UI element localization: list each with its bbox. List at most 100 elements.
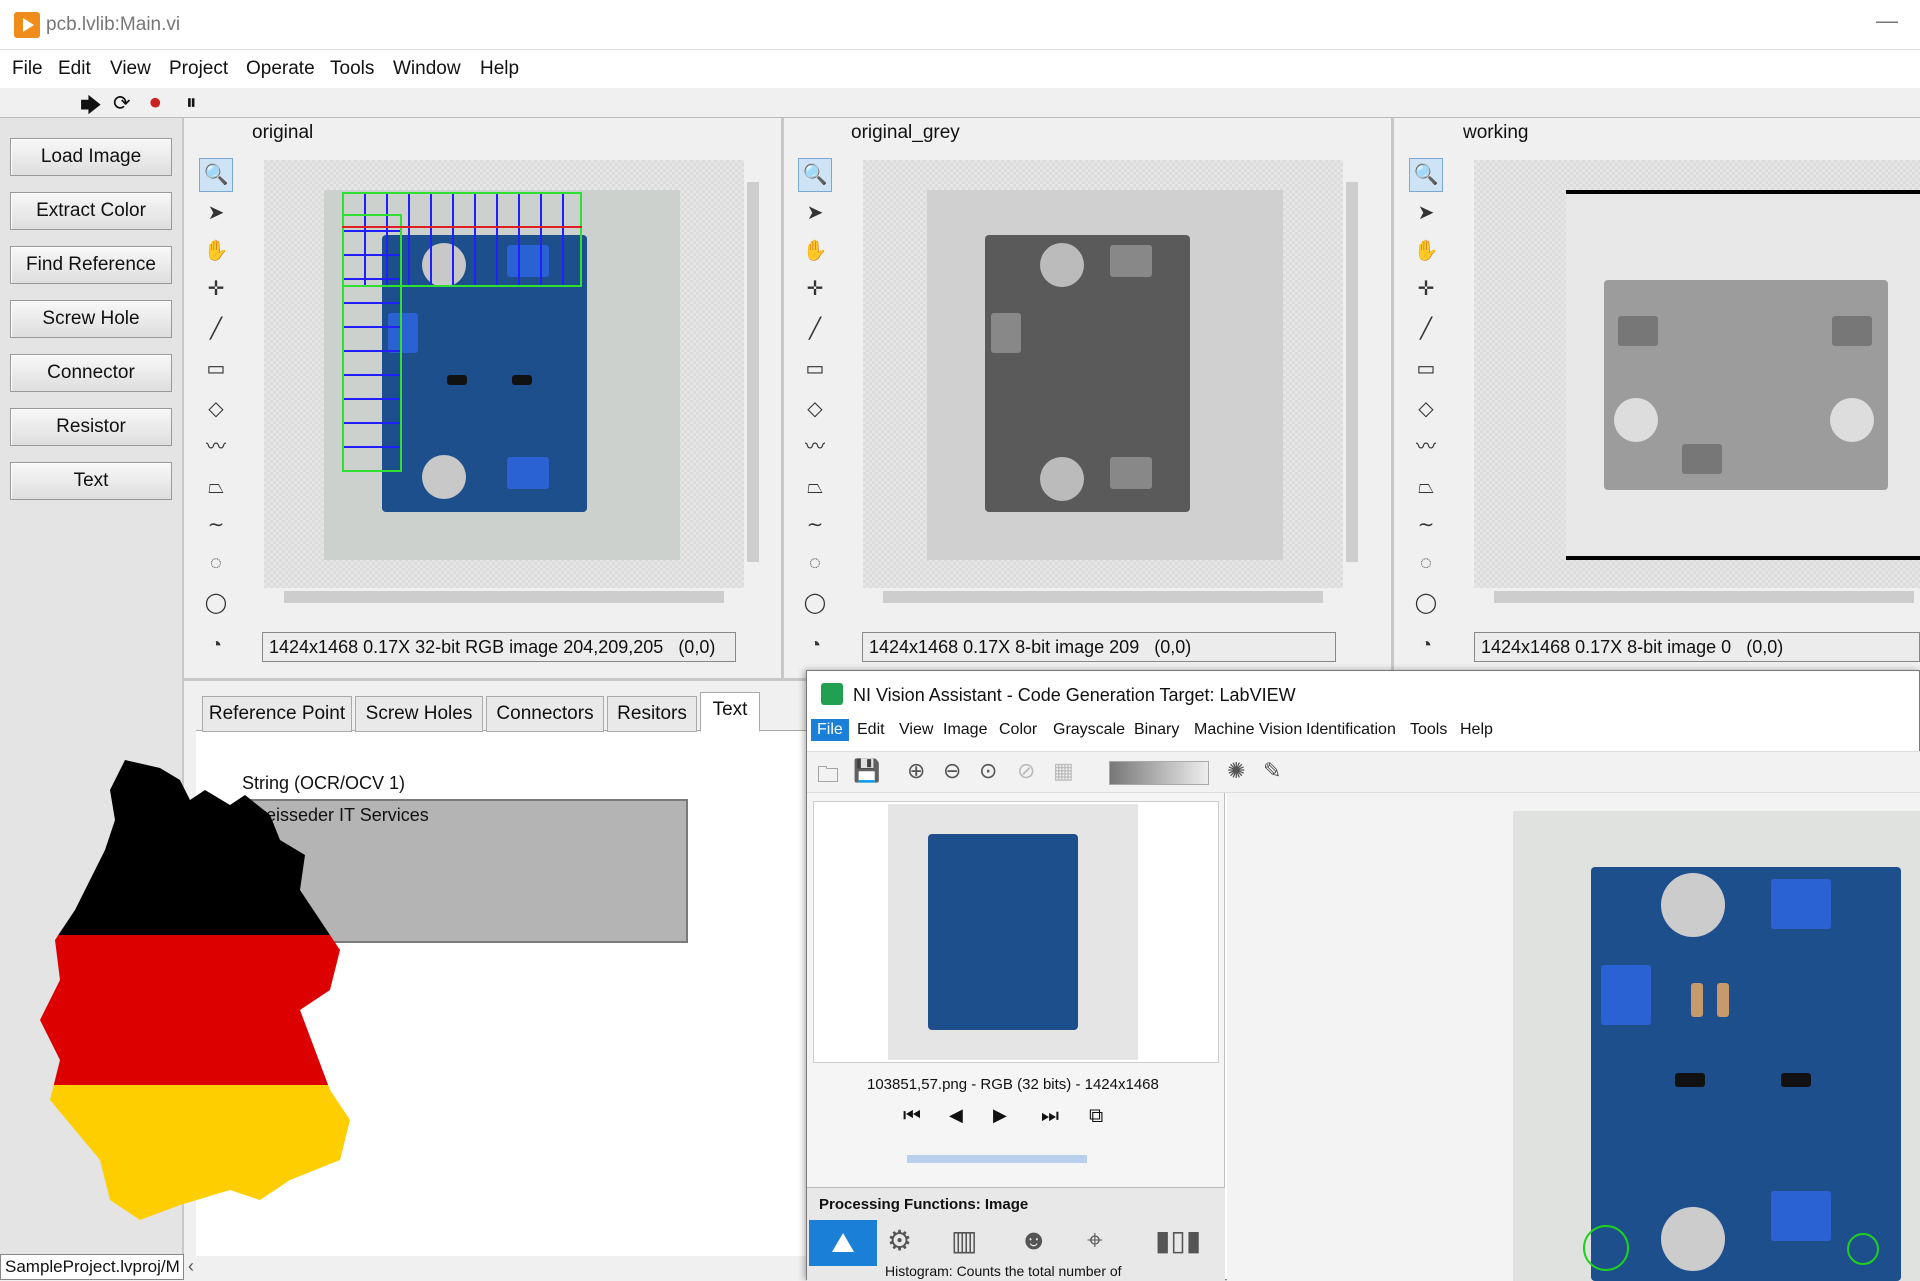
horizontal-scrollbar[interactable] [1474, 588, 1920, 606]
annulus-icon[interactable]: ◌ [1409, 546, 1443, 580]
prev-image-icon[interactable]: ◀ [949, 1105, 963, 1126]
freehand-icon[interactable]: ∼ [199, 508, 233, 542]
binary-functions-icon[interactable]: ☻ [1019, 1224, 1048, 1256]
resistor-button[interactable]: Resistor [10, 408, 172, 446]
zoom-icon[interactable]: 🔍 [798, 158, 832, 192]
text-button[interactable]: Text [10, 462, 172, 500]
first-image-icon[interactable]: ⏮ [903, 1105, 921, 1128]
rectangle-icon[interactable]: ▭ [199, 352, 233, 386]
extract-color-button[interactable]: Extract Color [10, 192, 172, 230]
nva-menu-color[interactable]: Color [999, 721, 1037, 739]
zoom-icon[interactable]: 🔍 [1409, 158, 1443, 192]
tab-resitors[interactable]: Resitors [607, 696, 697, 732]
abort-icon[interactable]: ⏺ [150, 91, 161, 115]
zoom-out-icon[interactable]: ⊖ [943, 758, 961, 784]
crosshair-icon[interactable]: ✛ [1409, 272, 1443, 306]
polygon-icon[interactable]: ⏢ [199, 470, 233, 504]
line-icon[interactable]: ╱ [798, 312, 832, 346]
vertical-scrollbar[interactable] [744, 160, 762, 588]
vertical-scrollbar[interactable] [1343, 160, 1361, 588]
identification-icon[interactable]: ▮▯▮ [1155, 1224, 1201, 1257]
tab-reference-point[interactable]: Reference Point [202, 696, 352, 732]
color-functions-icon[interactable]: ⚙ [887, 1224, 912, 1257]
save-icon[interactable]: 💾 [853, 758, 880, 784]
menu-view[interactable]: View [110, 58, 151, 80]
load-image-button[interactable]: Load Image [10, 138, 172, 176]
panel-divider[interactable] [781, 118, 784, 678]
project-path[interactable]: SampleProject.lvproj/M [0, 1254, 184, 1280]
zoom-icon[interactable]: 🔍 [199, 158, 233, 192]
menu-help[interactable]: Help [480, 58, 519, 80]
nva-menu-machine-vision[interactable]: Machine Vision [1194, 721, 1302, 739]
image-slider[interactable] [907, 1155, 1087, 1163]
crosshair-icon[interactable]: ✛ [798, 272, 832, 306]
image-functions-icon[interactable]: ⛰ [809, 1220, 877, 1266]
polygon-icon[interactable]: ⏢ [798, 470, 832, 504]
zoom-in-icon[interactable]: ⊕ [907, 758, 925, 784]
arc-icon[interactable]: ◔ [1409, 628, 1443, 662]
image-display-original[interactable] [264, 160, 744, 588]
freehand-icon[interactable]: ∼ [798, 508, 832, 542]
minimize-button[interactable]: — [1876, 8, 1898, 34]
menu-window[interactable]: Window [393, 58, 461, 80]
pointer-icon[interactable]: ➤ [199, 196, 233, 230]
oval-icon[interactable]: ◯ [1409, 586, 1443, 620]
nva-menu-view[interactable]: View [899, 721, 933, 739]
machine-vision-icon[interactable]: ⌖ [1087, 1224, 1103, 1257]
pan-icon[interactable]: ✋ [1409, 234, 1443, 268]
palette-selector[interactable] [1109, 761, 1209, 785]
find-reference-button[interactable]: Find Reference [10, 246, 172, 284]
panel-divider[interactable] [184, 678, 806, 681]
nva-menu-file[interactable]: File [811, 719, 849, 741]
freeline-icon[interactable]: 〰 [199, 430, 233, 464]
pause-icon[interactable]: ⏸ [186, 91, 197, 115]
zoom-fit-icon[interactable]: ⊙ [979, 758, 997, 784]
menu-tools[interactable]: Tools [330, 58, 374, 80]
annotate-icon[interactable]: ✎ [1263, 758, 1281, 784]
nva-menu-tools[interactable]: Tools [1410, 721, 1447, 739]
nva-menu-grayscale[interactable]: Grayscale [1053, 721, 1125, 739]
pointer-icon[interactable]: ➤ [1409, 196, 1443, 230]
image-display-working[interactable] [1474, 160, 1920, 588]
thumbnail-frame[interactable] [813, 801, 1219, 1063]
panel-divider[interactable] [1391, 118, 1394, 678]
oval-icon[interactable]: ◯ [199, 586, 233, 620]
menu-project[interactable]: Project [169, 58, 228, 80]
line-icon[interactable]: ╱ [1409, 312, 1443, 346]
menu-operate[interactable]: Operate [246, 58, 315, 80]
annulus-icon[interactable]: ◌ [798, 546, 832, 580]
tab-screw-holes[interactable]: Screw Holes [355, 696, 483, 732]
screw-hole-button[interactable]: Screw Hole [10, 300, 172, 338]
rotated-rect-icon[interactable]: ◇ [199, 392, 233, 426]
last-image-icon[interactable]: ⏭ [1041, 1105, 1059, 1128]
arc-icon[interactable]: ◔ [798, 628, 832, 662]
pointer-icon[interactable]: ➤ [798, 196, 832, 230]
nva-menu-binary[interactable]: Binary [1134, 721, 1179, 739]
connector-button[interactable]: Connector [10, 354, 172, 392]
nva-menu-identification[interactable]: Identification [1306, 721, 1396, 739]
line-icon[interactable]: ╱ [199, 312, 233, 346]
menu-file[interactable]: File [12, 58, 43, 80]
image-view-icon[interactable]: ▦ [1053, 758, 1074, 784]
rotated-rect-icon[interactable]: ◇ [798, 392, 832, 426]
menu-edit[interactable]: Edit [58, 58, 91, 80]
nva-image-area[interactable] [1227, 793, 1920, 1281]
nva-menu-help[interactable]: Help [1460, 721, 1493, 739]
tab-connectors[interactable]: Connectors [486, 696, 604, 732]
threshold-icon[interactable]: ✺ [1227, 758, 1245, 784]
polygon-icon[interactable]: ⏢ [1409, 470, 1443, 504]
annulus-icon[interactable]: ◌ [199, 546, 233, 580]
pan-icon[interactable]: ✋ [798, 234, 832, 268]
crosshair-icon[interactable]: ✛ [199, 272, 233, 306]
grayscale-functions-icon[interactable]: ▥ [951, 1224, 977, 1257]
rectangle-icon[interactable]: ▭ [1409, 352, 1443, 386]
oval-icon[interactable]: ◯ [798, 586, 832, 620]
nva-menu-edit[interactable]: Edit [857, 721, 885, 739]
tab-text[interactable]: Text [700, 692, 760, 732]
arc-icon[interactable]: ◔ [199, 628, 233, 662]
browse-icon[interactable]: ⧉ [1089, 1105, 1103, 1128]
horizontal-scrollbar[interactable] [264, 588, 744, 606]
horizontal-scrollbar[interactable] [863, 588, 1343, 606]
freeline-icon[interactable]: 〰 [1409, 430, 1443, 464]
freehand-icon[interactable]: ∼ [1409, 508, 1443, 542]
